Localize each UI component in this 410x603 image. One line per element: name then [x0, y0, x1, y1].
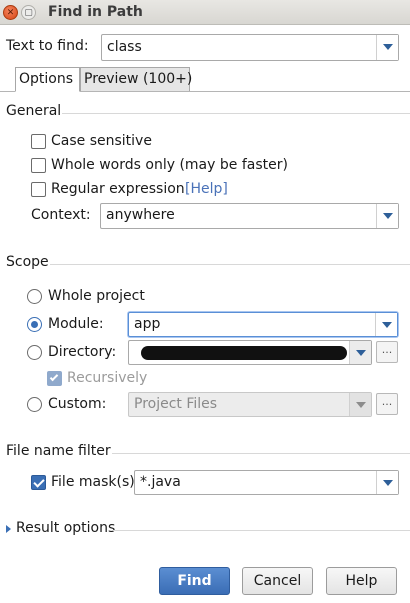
regex-label[interactable]: Regular expression	[51, 181, 185, 197]
scope-section-header: Scope	[6, 254, 49, 270]
recursively-label: Recursively	[67, 370, 148, 386]
module-value: app	[134, 316, 161, 332]
custom-radio[interactable]	[27, 397, 42, 412]
file-mask-label[interactable]: File mask(s)	[51, 474, 135, 490]
text-to-find-combo[interactable]: class	[101, 34, 399, 61]
whole-project-radio[interactable]	[27, 289, 42, 304]
expand-arrow-icon[interactable]	[6, 525, 11, 533]
chevron-down-icon[interactable]	[375, 313, 397, 336]
help-button[interactable]: Help	[326, 567, 397, 595]
redacted-path	[141, 346, 347, 360]
title-bar: ✕ ▢ Find in Path	[0, 0, 410, 25]
directory-combo[interactable]	[128, 340, 372, 365]
file-mask-combo[interactable]: *.java	[134, 470, 399, 495]
file-mask-checkbox[interactable]	[31, 475, 46, 490]
custom-label[interactable]: Custom:	[48, 396, 106, 412]
tab-options[interactable]: Options	[15, 67, 80, 92]
case-sensitive-label[interactable]: Case sensitive	[51, 133, 152, 149]
minimize-icon[interactable]: ▢	[21, 5, 36, 20]
text-to-find-label: Text to find:	[6, 38, 89, 54]
custom-scope-value: Project Files	[134, 396, 218, 412]
text-to-find-value[interactable]: class	[107, 39, 142, 55]
cancel-button[interactable]: Cancel	[242, 567, 313, 595]
custom-scope-combo[interactable]: Project Files	[128, 392, 372, 417]
custom-browse-button[interactable]: ...	[376, 393, 398, 415]
case-sensitive-checkbox[interactable]	[31, 134, 46, 149]
module-combo[interactable]: app	[128, 312, 398, 337]
regex-checkbox[interactable]	[31, 182, 46, 197]
module-radio[interactable]	[27, 317, 42, 332]
directory-browse-button[interactable]: ...	[376, 341, 398, 363]
general-section-header: General	[6, 103, 62, 119]
directory-label[interactable]: Directory:	[48, 344, 116, 360]
scope-divider	[50, 264, 410, 265]
file-filter-divider	[112, 453, 410, 454]
find-button[interactable]: Find	[159, 567, 230, 595]
result-options-divider	[113, 530, 410, 531]
general-divider	[62, 113, 410, 114]
module-label[interactable]: Module:	[48, 316, 104, 332]
chevron-down-icon[interactable]	[349, 341, 371, 364]
chevron-down-icon[interactable]	[376, 471, 398, 494]
whole-words-label[interactable]: Whole words only (may be faster)	[51, 157, 288, 173]
file-filter-section-header: File name filter	[6, 443, 111, 459]
window-title: Find in Path	[48, 4, 143, 20]
file-mask-value[interactable]: *.java	[140, 474, 181, 490]
chevron-down-icon[interactable]	[376, 35, 398, 60]
directory-radio[interactable]	[27, 345, 42, 360]
checkmark-icon	[49, 372, 59, 382]
context-value: anywhere	[106, 207, 175, 223]
tab-preview[interactable]: Preview (100+)	[80, 67, 192, 92]
result-options-label[interactable]: Result options	[16, 520, 115, 536]
chevron-down-icon[interactable]	[349, 393, 371, 416]
close-icon[interactable]: ✕	[3, 5, 18, 20]
context-label: Context:	[31, 207, 91, 223]
whole-project-label[interactable]: Whole project	[48, 288, 145, 304]
recursively-checkbox[interactable]	[47, 371, 62, 386]
context-combo[interactable]: anywhere	[100, 203, 399, 229]
whole-words-checkbox[interactable]	[31, 158, 46, 173]
chevron-down-icon[interactable]	[376, 204, 398, 228]
regex-help-link[interactable]: [Help]	[185, 181, 228, 197]
